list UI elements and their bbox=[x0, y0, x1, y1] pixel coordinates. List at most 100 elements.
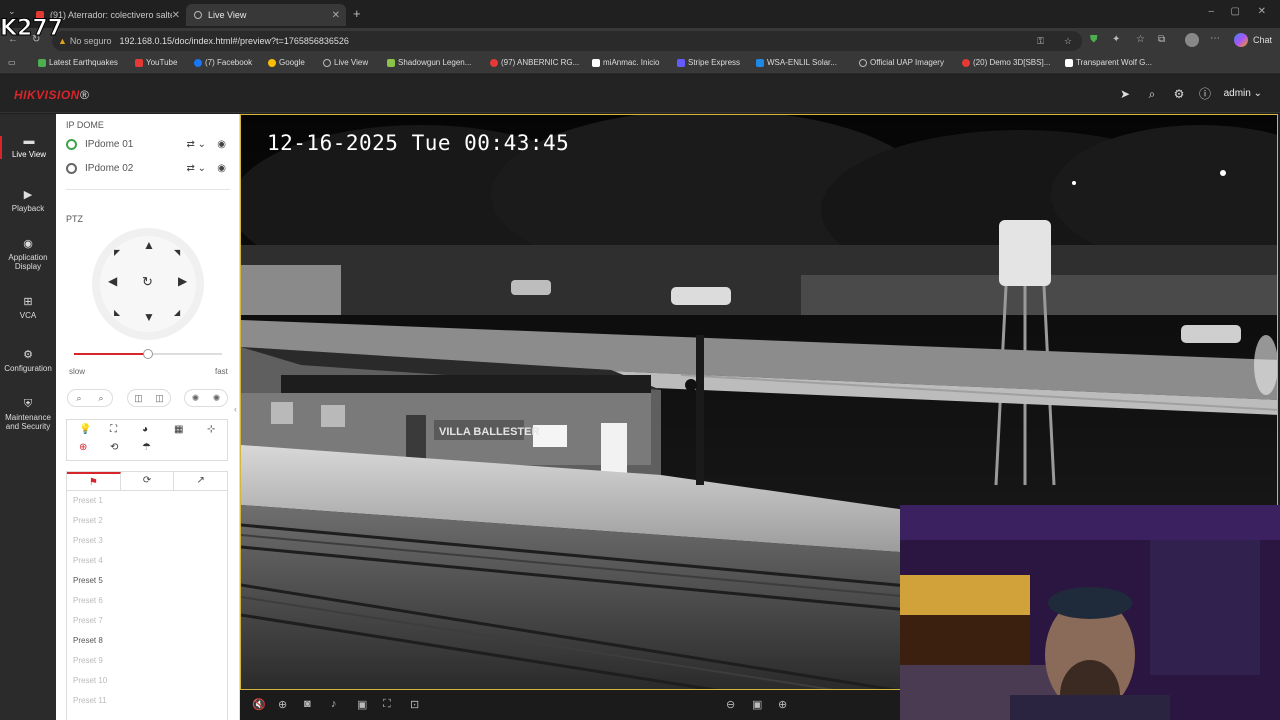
extensions-icon[interactable]: ✦ bbox=[1112, 34, 1120, 45]
regional-focus-icon[interactable]: ⊹ bbox=[207, 424, 215, 435]
3d-zoom-icon[interactable]: ⛶ bbox=[383, 698, 391, 711]
bookmarks-menu-icon[interactable]: ▭ bbox=[8, 58, 16, 67]
browser-tab-live-view[interactable]: Live View ✕ bbox=[186, 4, 346, 26]
collections-icon[interactable]: ⧉ bbox=[1158, 34, 1165, 45]
zoom-out-icon[interactable]: ⌕ bbox=[76, 393, 81, 404]
bookmark-item[interactable]: (97) ANBERNIC RG... bbox=[490, 58, 579, 67]
iris-close-icon[interactable]: ✺ bbox=[192, 393, 200, 404]
ptz-up-icon[interactable]: ▲ bbox=[143, 238, 155, 252]
tools-icon[interactable]: ⚙ bbox=[1172, 87, 1186, 101]
stream-select-icon[interactable]: ⇄ ⌄ bbox=[186, 139, 206, 150]
send-icon[interactable]: ➤ bbox=[1118, 87, 1132, 101]
ptz-left-icon[interactable]: ◀ bbox=[108, 274, 117, 288]
nav-vca[interactable]: ⊞ VCA bbox=[0, 296, 56, 321]
nav-configuration[interactable]: ⚙ Configuration bbox=[0, 350, 56, 374]
preset-item[interactable]: Preset 7 bbox=[67, 611, 227, 631]
key-icon[interactable]: ⚿ bbox=[1037, 36, 1044, 47]
3d-position-icon[interactable]: ⛶ bbox=[110, 424, 117, 435]
new-tab-icon[interactable]: + bbox=[353, 6, 361, 21]
grid-icon[interactable]: ▦ bbox=[174, 424, 183, 435]
wiper-icon[interactable]: ☂ bbox=[142, 442, 151, 453]
bookmark-item[interactable]: Google bbox=[268, 58, 305, 67]
focus-frame-icon[interactable]: ⊡ bbox=[410, 698, 419, 711]
ptz-auto-icon[interactable]: ↻ bbox=[142, 274, 153, 290]
record-clip-icon[interactable]: ▣ bbox=[357, 698, 367, 711]
search-icon[interactable]: ⌕ bbox=[1145, 87, 1159, 101]
preset-item[interactable]: Preset 8 bbox=[67, 631, 227, 651]
preset-item[interactable]: Preset 10 bbox=[67, 671, 227, 691]
park-action-icon[interactable]: ⟲ bbox=[110, 442, 118, 453]
ptz-direction-pad[interactable]: ▲ ▼ ◀ ▶ ◤ ◥ ◣ ◢ ↻ bbox=[92, 228, 204, 340]
bookmark-item[interactable]: Live View bbox=[323, 58, 368, 67]
preset-item[interactable]: Preset 6 bbox=[67, 591, 227, 611]
record-icon[interactable]: ◉ bbox=[217, 163, 226, 174]
maximize-icon[interactable]: ▢ bbox=[1231, 6, 1240, 17]
ptz-speed-slider[interactable] bbox=[74, 349, 222, 359]
manual-tracking-icon[interactable]: ◕ bbox=[142, 424, 148, 435]
tab-pattern-icon[interactable]: ↗ bbox=[174, 472, 227, 490]
vca-icon: ⊞ bbox=[23, 296, 33, 308]
bookmark-item[interactable]: Stripe Express bbox=[677, 58, 740, 67]
bookmark-item[interactable]: WSA-ENLIL Solar... bbox=[756, 58, 837, 67]
focus-near-icon[interactable]: ◫ bbox=[134, 393, 143, 404]
bookmark-item[interactable]: Transparent Wolf G... bbox=[1065, 58, 1152, 67]
preset-item[interactable]: Preset 3 bbox=[67, 531, 227, 551]
iris-open-icon[interactable]: ✺ bbox=[213, 393, 221, 404]
preset-item[interactable]: Preset 11 bbox=[67, 691, 227, 711]
bookmark-item[interactable]: Latest Earthquakes bbox=[38, 58, 118, 67]
bookmark-item[interactable]: (20) Demo 3D[SBS]... bbox=[962, 58, 1050, 67]
zoom-in-icon[interactable]: ⌕ bbox=[98, 393, 103, 404]
previous-icon[interactable]: ⊖ bbox=[726, 698, 735, 711]
light-icon[interactable]: 💡 bbox=[79, 424, 91, 435]
next-icon[interactable]: ⊕ bbox=[778, 698, 787, 711]
ptz-down-right-icon[interactable]: ◢ bbox=[174, 308, 180, 317]
url-field[interactable]: ▲ No seguro 192.168.0.15/doc/index.html#… bbox=[52, 31, 1082, 51]
ptz-down-icon[interactable]: ▼ bbox=[143, 310, 155, 324]
bookmark-item[interactable]: (7) Facebook bbox=[194, 58, 252, 67]
stream-select-icon[interactable]: ⇄ ⌄ bbox=[186, 163, 206, 174]
focus-far-icon[interactable]: ◫ bbox=[155, 393, 164, 404]
bookmark-item[interactable]: Shadowgun Legen... bbox=[387, 58, 471, 67]
nav-live-view[interactable]: ▬ Live View bbox=[0, 136, 56, 159]
chat-button[interactable]: Chat bbox=[1253, 35, 1272, 45]
nav-playback[interactable]: ▶ Playback bbox=[0, 190, 56, 214]
shield-icon[interactable]: ⛊ bbox=[1090, 34, 1098, 45]
slider-knob[interactable] bbox=[143, 349, 153, 359]
nav-maintenance-security[interactable]: ⛨ Maintenance and Security bbox=[0, 399, 56, 432]
nav-application-display[interactable]: ◉ Application Display bbox=[0, 239, 56, 272]
favorites-icon[interactable]: ☆ bbox=[1136, 34, 1145, 45]
bookmark-item[interactable]: Official UAP Imagery bbox=[859, 58, 944, 67]
window-layout-icon[interactable]: ▣ bbox=[752, 698, 762, 711]
tab-patrol-icon[interactable]: ⟳ bbox=[121, 472, 175, 490]
minimize-icon[interactable]: – bbox=[1208, 6, 1214, 17]
preset-item[interactable]: Preset 9 bbox=[67, 651, 227, 671]
camera-item[interactable]: IPdome 01 ⇄ ⌄ ◉ bbox=[66, 134, 230, 154]
copilot-icon[interactable] bbox=[1234, 33, 1248, 47]
preset-item[interactable]: Preset 5 bbox=[67, 571, 227, 591]
ptz-up-right-icon[interactable]: ◥ bbox=[174, 248, 180, 257]
record-icon[interactable]: ◉ bbox=[217, 139, 226, 150]
window-close-icon[interactable]: ✕ bbox=[1258, 6, 1266, 17]
mute-icon[interactable]: 🔇 bbox=[252, 698, 266, 711]
ptz-up-left-icon[interactable]: ◤ bbox=[114, 248, 120, 257]
avatar[interactable] bbox=[1185, 33, 1199, 47]
bookmark-item[interactable]: YouTube bbox=[135, 58, 177, 67]
preset-item[interactable]: Preset 2 bbox=[67, 511, 227, 531]
preset-item[interactable]: Preset 1 bbox=[67, 491, 227, 511]
info-icon[interactable]: ⓘ bbox=[1198, 87, 1212, 101]
bookmark-item[interactable]: miAnmac. Inicio bbox=[592, 58, 659, 67]
ptz-right-icon[interactable]: ▶ bbox=[178, 274, 187, 288]
close-tab-icon[interactable]: ✕ bbox=[172, 10, 180, 21]
star-icon[interactable]: ☆ bbox=[1064, 36, 1072, 47]
close-tab-icon[interactable]: ✕ bbox=[332, 10, 340, 21]
search-zoom-icon[interactable]: ⊕ bbox=[79, 442, 87, 453]
capture-icon[interactable]: ◙ bbox=[304, 698, 311, 710]
preset-item[interactable]: Preset 4 bbox=[67, 551, 227, 571]
digital-zoom-icon[interactable]: ⊕ bbox=[278, 698, 287, 711]
tab-presets-flag-icon[interactable]: ⚑ bbox=[67, 472, 121, 490]
ptz-down-left-icon[interactable]: ◣ bbox=[114, 308, 120, 317]
microphone-icon[interactable]: ♪ bbox=[331, 698, 337, 710]
user-menu[interactable]: admin ⌄ bbox=[1224, 88, 1262, 99]
more-icon[interactable]: ⋯ bbox=[1210, 33, 1220, 44]
camera-item[interactable]: IPdome 02 ⇄ ⌄ ◉ bbox=[66, 158, 230, 178]
